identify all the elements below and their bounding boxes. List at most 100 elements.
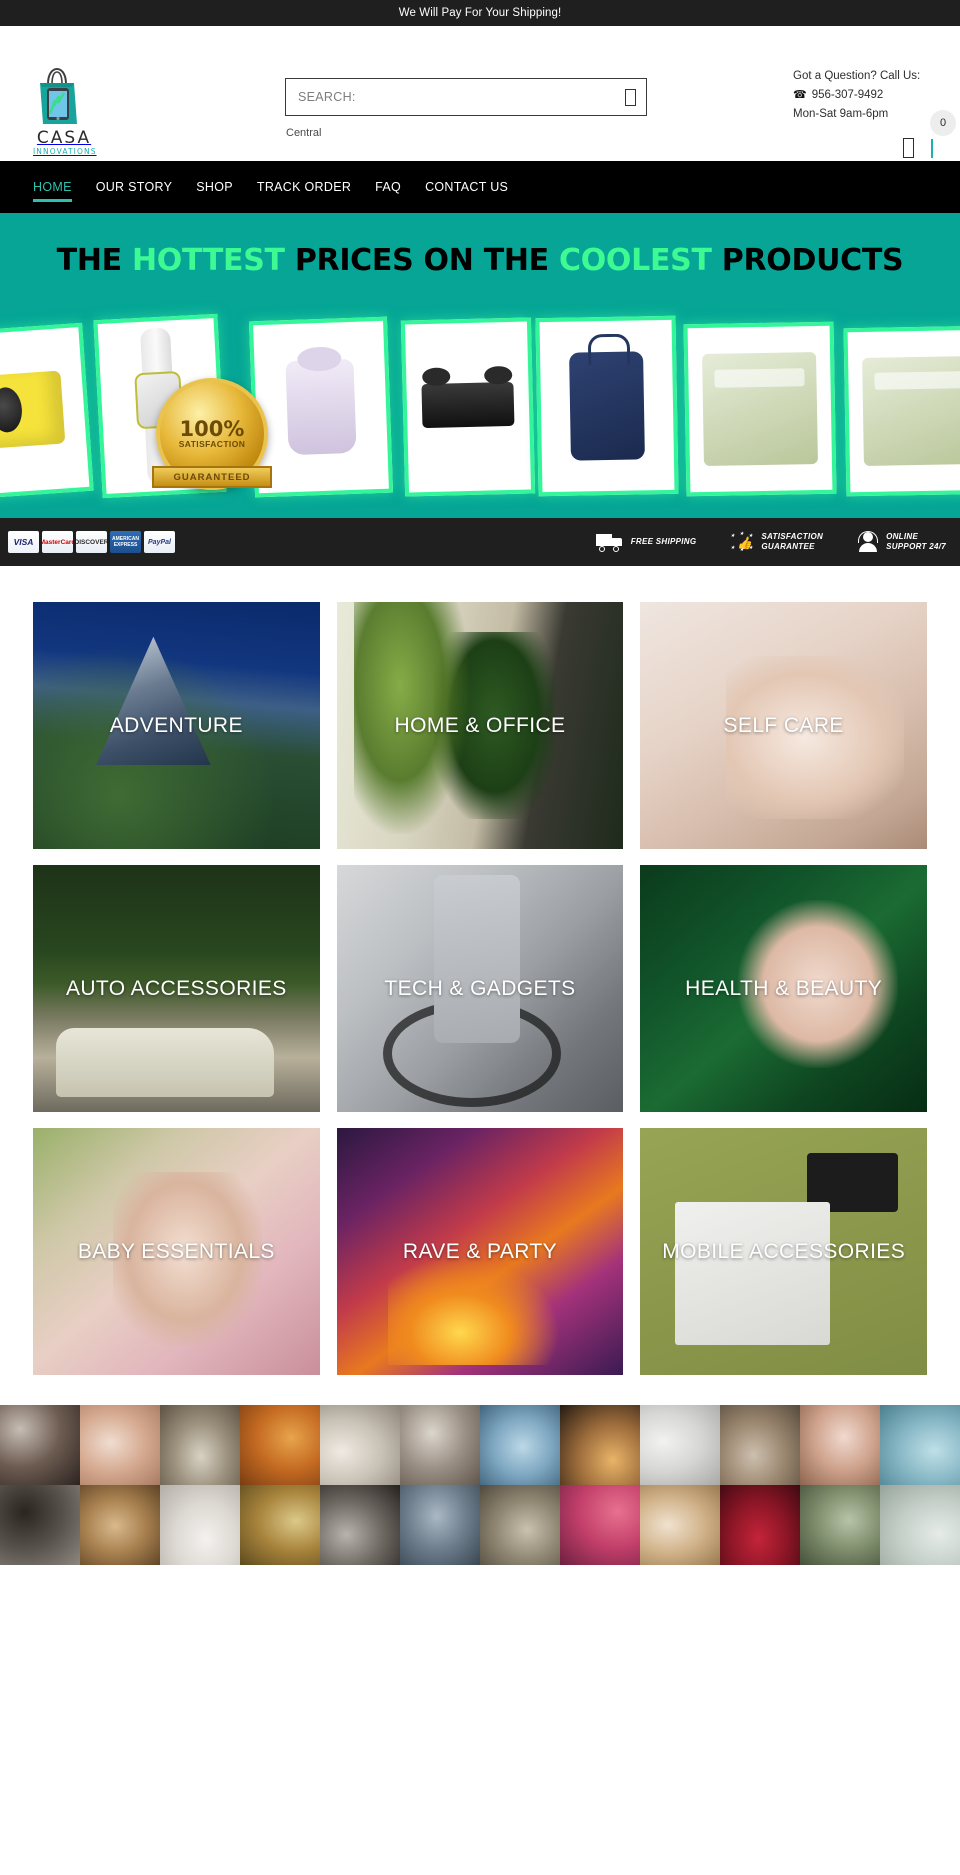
shopping-bag-with-phone-icon bbox=[33, 66, 95, 128]
badge-guaranteed-ribbon: GUARANTEED bbox=[152, 466, 272, 488]
carousel-slide-bubble-clay-mask[interactable] bbox=[683, 321, 837, 497]
category-label: RAVE & PARTY bbox=[402, 1240, 558, 1263]
category-label: AUTO ACCESSORIES bbox=[65, 977, 287, 1000]
gallery-item[interactable] bbox=[240, 1485, 320, 1565]
logo-wordmark: CASA bbox=[36, 128, 92, 148]
hero-headline-part3: PRODUCTS bbox=[711, 243, 904, 278]
category-label: ADVENTURE bbox=[109, 714, 243, 737]
announcement-bar: We Will Pay For Your Shipping! bbox=[0, 0, 960, 26]
gallery-item[interactable] bbox=[400, 1405, 480, 1485]
hero-headline-highlight-hottest: HOTTEST bbox=[131, 243, 285, 278]
category-card-auto-accessories[interactable]: AUTO ACCESSORIES bbox=[33, 865, 320, 1112]
feature-free-shipping: FREE SHIPPING bbox=[595, 532, 697, 552]
category-card-self-care[interactable]: SELF CARE bbox=[640, 602, 927, 849]
foldable-selfie-drone-image bbox=[421, 382, 515, 429]
gallery-item[interactable] bbox=[160, 1485, 240, 1565]
headset-support-icon bbox=[857, 531, 879, 553]
nav-item-contact-us[interactable]: CONTACT US bbox=[413, 161, 520, 213]
category-label: TECH & GADGETS bbox=[384, 977, 576, 1000]
category-card-health-beauty[interactable]: HEALTH & BEAUTY bbox=[640, 865, 927, 1112]
nav-item-track-order[interactable]: TRACK ORDER bbox=[245, 161, 363, 213]
gallery-item[interactable] bbox=[880, 1485, 960, 1565]
gallery-item[interactable] bbox=[400, 1485, 480, 1565]
category-card-mobile-accessories[interactable]: MOBILE ACCESSORIES bbox=[640, 1128, 927, 1375]
cart-count-badge: 0 bbox=[930, 110, 956, 136]
mastercard-icon: MasterCard bbox=[42, 531, 73, 553]
gallery-item[interactable] bbox=[880, 1405, 960, 1485]
navy-diaper-backpack-image bbox=[569, 350, 645, 462]
feature-free-shipping-label: FREE SHIPPING bbox=[630, 537, 697, 546]
contact-hours: Mon-Sat 9am-6pm bbox=[793, 108, 889, 120]
gallery-item[interactable] bbox=[640, 1485, 720, 1565]
feature-satisfaction-line2: GUARANTEE bbox=[761, 542, 815, 551]
category-card-rave-party[interactable]: RAVE & PARTY bbox=[336, 1128, 624, 1375]
carousel-slide-mini-projector[interactable] bbox=[0, 322, 94, 500]
skincare-product-image bbox=[862, 355, 960, 467]
carousel-slide-skincare-product[interactable] bbox=[843, 325, 960, 497]
carousel-slide-selfie-drone[interactable] bbox=[400, 317, 536, 497]
gallery-item[interactable] bbox=[720, 1405, 800, 1485]
trust-features: FREE SHIPPING 👍 ★ ★ ★ ★ ★ ★ SATISFACTION… bbox=[595, 531, 946, 553]
nav-item-our-story[interactable]: OUR STORY bbox=[84, 161, 185, 213]
user-account-icon[interactable] bbox=[903, 138, 914, 158]
category-label: HOME & OFFICE bbox=[394, 714, 566, 737]
hero-headline-part1: THE bbox=[56, 243, 132, 278]
gallery-item[interactable] bbox=[800, 1485, 880, 1565]
category-card-adventure[interactable]: ADVENTURE bbox=[33, 602, 320, 849]
category-label: SELF CARE bbox=[723, 714, 844, 737]
gallery-item[interactable] bbox=[160, 1405, 240, 1485]
gallery-item[interactable] bbox=[560, 1485, 640, 1565]
announcement-text: We Will Pay For Your Shipping! bbox=[398, 7, 562, 19]
contact-question: Got a Question? Call Us: bbox=[793, 70, 921, 82]
gallery-item[interactable] bbox=[0, 1485, 80, 1565]
category-label: MOBILE ACCESSORIES bbox=[662, 1240, 906, 1263]
gallery-item[interactable] bbox=[80, 1405, 160, 1485]
gallery-item[interactable] bbox=[0, 1405, 80, 1485]
contact-phone-number[interactable]: 956-307-9492 bbox=[812, 84, 884, 106]
category-card-home-office[interactable]: HOME & OFFICE bbox=[336, 602, 624, 849]
gallery-item[interactable] bbox=[720, 1485, 800, 1565]
gallery-item[interactable] bbox=[640, 1405, 720, 1485]
site-logo[interactable]: CASA INNOVATIONS bbox=[33, 66, 95, 157]
badge-satisfaction-text: SATISFACTION bbox=[178, 438, 246, 449]
contact-phone-row[interactable]: ☎ 956-307-9492 bbox=[793, 84, 933, 106]
discover-card-icon: DISCOVER bbox=[76, 531, 107, 553]
nav-item-faq[interactable]: FAQ bbox=[363, 161, 413, 213]
nav-item-shop[interactable]: SHOP bbox=[184, 161, 245, 213]
gallery-item[interactable] bbox=[320, 1485, 400, 1565]
gallery-item[interactable] bbox=[560, 1405, 640, 1485]
thumbs-up-stars-icon: 👍 ★ ★ ★ ★ ★ ★ bbox=[730, 531, 753, 553]
site-header: CASA INNOVATIONS Central Got a Question?… bbox=[0, 26, 960, 161]
search-icon[interactable] bbox=[625, 88, 636, 106]
gallery-item[interactable] bbox=[480, 1485, 560, 1565]
category-section: ADVENTURE HOME & OFFICE SELF CARE AUTO A… bbox=[0, 566, 960, 1405]
satisfaction-guarantee-badge: 100% SATISFACTION GUARANTEED bbox=[148, 378, 276, 506]
gallery-item[interactable] bbox=[480, 1405, 560, 1485]
category-card-tech-gadgets[interactable]: TECH & GADGETS bbox=[336, 865, 624, 1112]
feature-support-line2: SUPPORT 24/7 bbox=[886, 542, 946, 551]
gallery-item[interactable] bbox=[320, 1405, 400, 1485]
search-input[interactable] bbox=[298, 90, 625, 104]
category-card-baby-essentials[interactable]: BABY ESSENTIALS bbox=[33, 1128, 320, 1375]
category-label: HEALTH & BEAUTY bbox=[685, 977, 883, 1000]
visa-card-icon: VISA bbox=[8, 531, 39, 553]
gallery-item[interactable] bbox=[240, 1405, 320, 1485]
shopping-cart-icon[interactable] bbox=[931, 139, 933, 158]
feature-support-line1: ONLINE bbox=[886, 532, 919, 541]
nav-item-home[interactable]: HOME bbox=[33, 161, 84, 213]
search-area: Central bbox=[285, 78, 647, 139]
amex-card-icon: AMERICAN EXPRESS bbox=[110, 531, 141, 553]
gallery-item[interactable] bbox=[800, 1405, 880, 1485]
header-actions: 0 bbox=[903, 110, 956, 158]
hero-headline-highlight-coolest: COOLEST bbox=[559, 243, 712, 278]
search-bar[interactable] bbox=[285, 78, 647, 116]
badge-percent: 100% bbox=[179, 416, 245, 441]
gallery-item[interactable] bbox=[80, 1485, 160, 1565]
cart-button[interactable]: 0 bbox=[930, 110, 956, 158]
contact-info: Got a Question? Call Us: ☎ 956-307-9492 … bbox=[793, 68, 933, 122]
logo-tagline: INNOVATIONS bbox=[33, 147, 97, 156]
product-carousel[interactable] bbox=[0, 313, 960, 508]
hero-headline-part2: PRICES ON THE bbox=[284, 243, 560, 278]
carousel-slide-diaper-backpack[interactable] bbox=[535, 315, 679, 497]
main-navigation: HOME OUR STORY SHOP TRACK ORDER FAQ CONT… bbox=[0, 161, 960, 213]
